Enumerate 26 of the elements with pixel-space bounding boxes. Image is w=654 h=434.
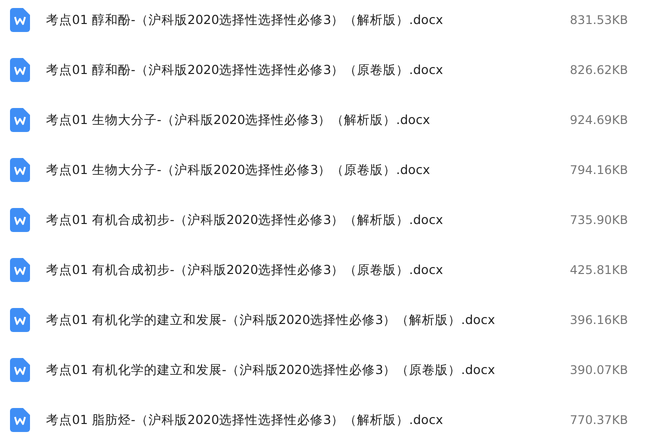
document-icon xyxy=(10,308,30,332)
file-name[interactable]: 考点01 醇和酚-（沪科版2020选择性选择性必修3）（原卷版）.docx xyxy=(46,62,570,78)
file-name[interactable]: 考点01 生物大分子-（沪科版2020选择性必修3）（解析版）.docx xyxy=(46,112,570,128)
document-icon xyxy=(10,8,30,32)
document-icon xyxy=(10,108,30,132)
file-name[interactable]: 考点01 生物大分子-（沪科版2020选择性必修3）（原卷版）.docx xyxy=(46,162,570,178)
document-icon xyxy=(10,258,30,282)
document-icon xyxy=(10,58,30,82)
file-size: 924.69KB xyxy=(570,113,628,127)
file-size: 770.37KB xyxy=(570,413,628,427)
file-size: 735.90KB xyxy=(570,213,628,227)
file-name[interactable]: 考点01 脂肪烃-（沪科版2020选择性选择性必修3）（解析版）.docx xyxy=(46,412,570,428)
file-name[interactable]: 考点01 有机化学的建立和发展-（沪科版2020选择性必修3）（解析版）.docx xyxy=(46,312,570,328)
document-icon xyxy=(10,358,30,382)
file-name[interactable]: 考点01 有机合成初步-（沪科版2020选择性必修3）（原卷版）.docx xyxy=(46,262,570,278)
file-name[interactable]: 考点01 醇和酚-（沪科版2020选择性选择性必修3）（解析版）.docx xyxy=(46,12,570,28)
file-size: 794.16KB xyxy=(570,163,628,177)
document-icon xyxy=(10,208,30,232)
file-size: 425.81KB xyxy=(570,263,628,277)
file-size: 390.07KB xyxy=(570,363,628,377)
file-name[interactable]: 考点01 有机化学的建立和发展-（沪科版2020选择性必修3）（原卷版）.docx xyxy=(46,362,570,378)
document-icon xyxy=(10,158,30,182)
file-size: 396.16KB xyxy=(570,313,628,327)
file-size: 826.62KB xyxy=(570,63,628,77)
file-name[interactable]: 考点01 有机合成初步-（沪科版2020选择性必修3）（解析版）.docx xyxy=(46,212,570,228)
file-size: 831.53KB xyxy=(570,13,628,27)
